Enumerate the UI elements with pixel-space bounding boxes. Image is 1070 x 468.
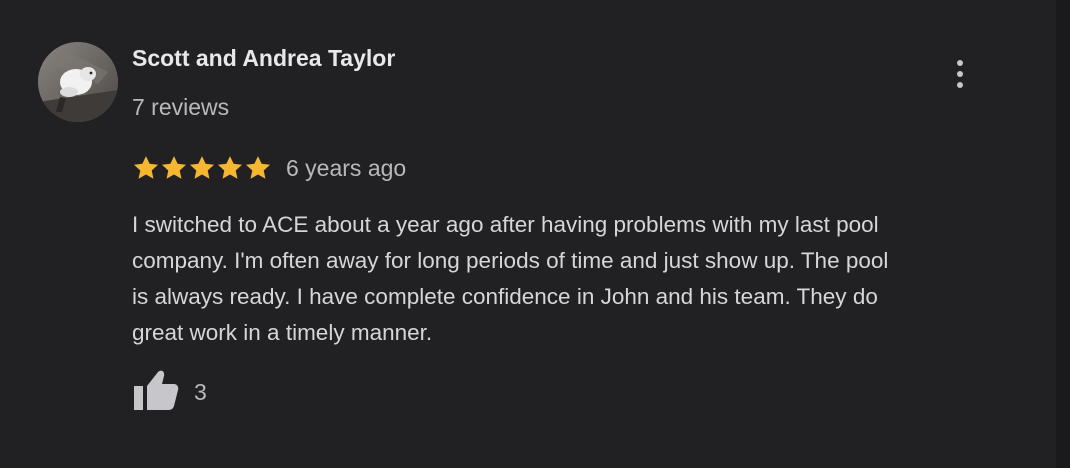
star-icon [161,156,187,179]
more-vert-icon-dot [957,71,963,77]
reviewer-review-count[interactable]: 7 reviews [132,94,229,121]
like-button[interactable]: 3 [132,370,207,414]
window-edge [1056,0,1070,468]
star-icon [245,156,271,179]
avatar-photo [38,42,118,122]
review-card: Scott and Andrea Taylor 7 reviews 6 year… [0,0,1057,468]
more-vert-icon-dot [957,82,963,88]
star-icon [133,156,159,179]
like-count: 3 [194,378,207,405]
more-options-button[interactable] [944,56,976,92]
thumb-up-icon [132,368,180,417]
reviewer-avatar[interactable] [38,42,118,122]
star-icon [217,156,243,179]
star-rating [132,154,272,182]
reviewer-name[interactable]: Scott and Andrea Taylor [132,45,395,72]
review-text: I switched to ACE about a year ago after… [132,212,889,345]
review-age: 6 years ago [286,155,407,181]
star-icon [189,156,215,179]
more-vert-icon [957,60,963,66]
